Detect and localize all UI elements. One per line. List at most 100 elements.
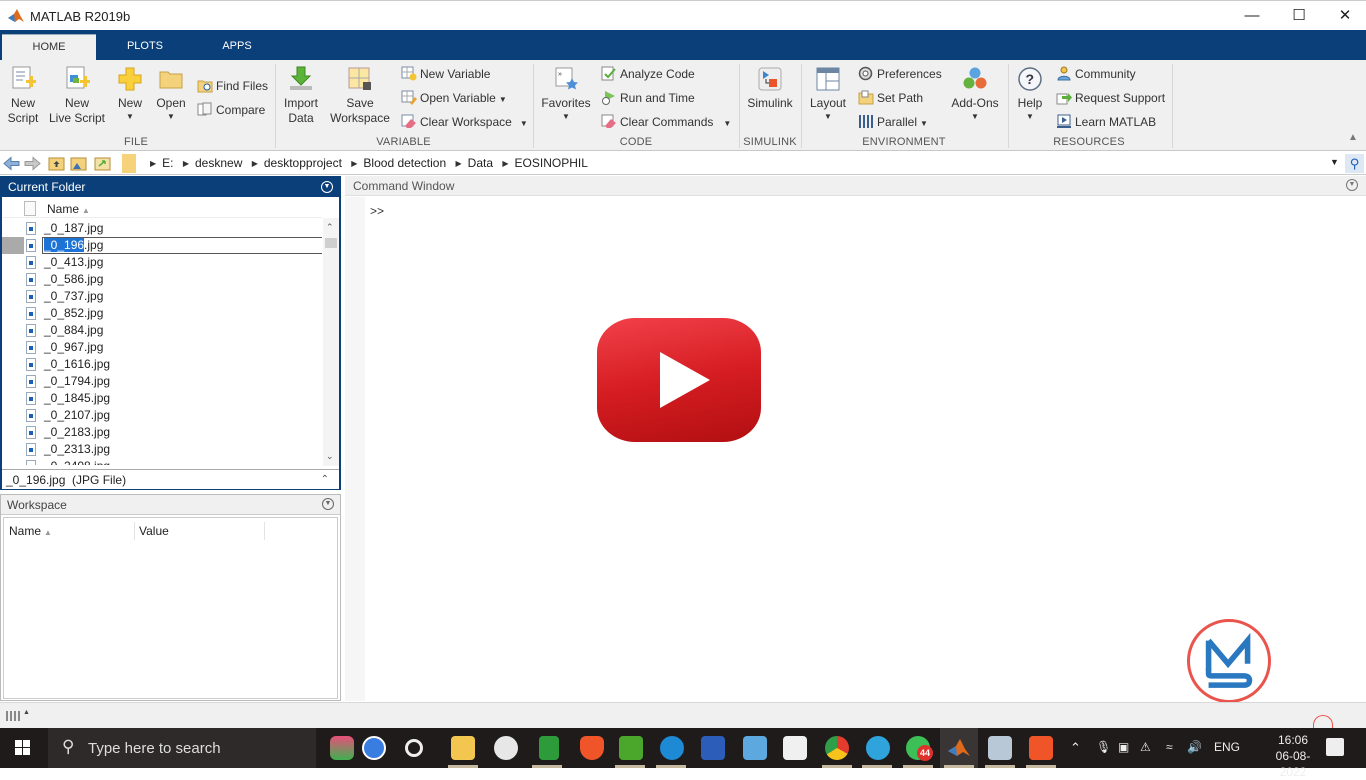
file-row[interactable]: _0_187.jpg bbox=[2, 220, 322, 237]
name-column-header[interactable]: Name ▲ bbox=[47, 202, 90, 216]
snipping-tool-icon[interactable] bbox=[494, 736, 518, 760]
file-row[interactable]: _0_1845.jpg bbox=[2, 390, 322, 407]
clear-commands-dropdown-arrow[interactable]: ▼ bbox=[723, 119, 731, 128]
scrollbar-thumb[interactable] bbox=[325, 238, 337, 248]
search-folder-icon[interactable]: ⚲ bbox=[1345, 154, 1364, 173]
file-row-selected[interactable]: _0_196.jpg bbox=[2, 237, 322, 254]
add-ons-dropdown-arrow[interactable]: ▼ bbox=[948, 111, 1002, 123]
file-row[interactable]: _0_1616.jpg bbox=[2, 356, 322, 373]
status-expand-icon[interactable]: ▲ bbox=[23, 709, 30, 716]
expand-details-icon[interactable]: ⌃ bbox=[321, 470, 329, 490]
back-arrow-icon[interactable] bbox=[3, 156, 20, 171]
minimize-button[interactable]: — bbox=[1232, 5, 1272, 27]
community-button[interactable]: Community bbox=[1056, 66, 1136, 82]
green-app-icon[interactable] bbox=[539, 736, 559, 760]
clear-workspace-dropdown-arrow[interactable]: ▼ bbox=[520, 119, 528, 128]
breadcrumb-eosinophil[interactable]: EOSINOPHIL bbox=[515, 156, 588, 170]
favorites-dropdown-arrow[interactable]: ▼ bbox=[540, 111, 592, 123]
add-ons-button[interactable]: Add-Ons ▼ bbox=[948, 66, 1002, 123]
file-row[interactable]: _0_2313.jpg bbox=[2, 441, 322, 458]
wifi-icon[interactable]: ≈ bbox=[1166, 740, 1173, 754]
clock[interactable]: 16:06 06-08-2022 bbox=[1263, 732, 1323, 780]
help-button[interactable]: ? Help ▼ bbox=[1013, 66, 1047, 123]
request-support-button[interactable]: Request Support bbox=[1056, 90, 1165, 106]
start-button[interactable] bbox=[0, 728, 46, 768]
microphone-icon[interactable]: 🎙 bbox=[1096, 740, 1111, 754]
chrome-icon[interactable] bbox=[825, 736, 849, 760]
open-variable-dropdown-arrow[interactable]: ▼ bbox=[499, 95, 507, 104]
file-explorer-icon[interactable] bbox=[451, 736, 475, 760]
maximize-button[interactable]: ☐ bbox=[1279, 5, 1319, 27]
new-button[interactable]: New ▼ bbox=[114, 66, 146, 123]
up-folder-icon[interactable] bbox=[48, 156, 65, 171]
open-variable-button[interactable]: Open Variable ▼ bbox=[401, 90, 507, 108]
panel-actions-icon[interactable]: ▼ bbox=[322, 498, 334, 510]
monitor-app-icon[interactable] bbox=[988, 736, 1012, 760]
panel-actions-icon[interactable]: ▼ bbox=[1346, 179, 1358, 191]
file-row[interactable]: _0_967.jpg bbox=[2, 339, 322, 356]
path-history-dropdown[interactable]: ▼ bbox=[1330, 157, 1339, 167]
file-row[interactable]: _0_852.jpg bbox=[2, 305, 322, 322]
workspace-value-column[interactable]: Value bbox=[139, 524, 169, 538]
new-variable-button[interactable]: New Variable bbox=[401, 66, 490, 82]
new-dropdown-arrow[interactable]: ▼ bbox=[114, 111, 146, 123]
camtasia-icon[interactable] bbox=[619, 736, 643, 760]
panel-actions-icon[interactable]: ▼ bbox=[321, 181, 333, 193]
tab-plots[interactable]: PLOTS bbox=[98, 34, 192, 60]
language-indicator[interactable]: ENG bbox=[1214, 740, 1240, 754]
breadcrumb-data[interactable]: Data bbox=[468, 156, 493, 170]
breadcrumb-blood-detection[interactable]: Blood detection bbox=[363, 156, 446, 170]
breadcrumb-desknew[interactable]: desknew bbox=[195, 156, 242, 170]
preferences-button[interactable]: Preferences bbox=[858, 66, 942, 82]
open-dropdown-arrow[interactable]: ▼ bbox=[154, 111, 188, 123]
breadcrumb-drive[interactable]: E: bbox=[162, 156, 173, 170]
new-script-button[interactable]: New Script bbox=[6, 66, 40, 126]
file-row[interactable]: _0_2183.jpg bbox=[2, 424, 322, 441]
breadcrumb-desktopproject[interactable]: desktopproject bbox=[264, 156, 342, 170]
show-hidden-icons[interactable]: ⌃ bbox=[1070, 740, 1081, 756]
collapse-ribbon-icon[interactable]: ▲ bbox=[1348, 132, 1358, 143]
rename-input[interactable]: _0_196.jpg bbox=[42, 237, 322, 254]
volume-icon[interactable]: 🔊 bbox=[1187, 740, 1202, 754]
column-divider[interactable] bbox=[264, 522, 265, 540]
close-button[interactable]: ✕ bbox=[1325, 5, 1365, 27]
command-input-area[interactable] bbox=[393, 200, 1353, 680]
telegram-icon[interactable] bbox=[866, 736, 890, 760]
clear-commands-button[interactable]: Clear Commands ▼ bbox=[601, 114, 731, 132]
tab-home[interactable]: HOME bbox=[2, 34, 96, 60]
run-and-time-button[interactable]: Run and Time bbox=[601, 90, 695, 106]
simulink-button[interactable]: Simulink bbox=[745, 66, 795, 111]
command-prompt[interactable]: >> bbox=[370, 204, 384, 218]
favorites-button[interactable]: » Favorites ▼ bbox=[540, 66, 592, 123]
compare-button[interactable]: Compare bbox=[197, 102, 265, 118]
learn-matlab-button[interactable]: Learn MATLAB bbox=[1056, 114, 1156, 130]
file-row[interactable]: _0_586.jpg bbox=[2, 271, 322, 288]
help-dropdown-arrow[interactable]: ▼ bbox=[1013, 111, 1047, 123]
clear-workspace-button[interactable]: Clear Workspace ▼ bbox=[401, 114, 528, 132]
set-path-button[interactable]: Set Path bbox=[858, 90, 923, 106]
brave-browser-icon[interactable] bbox=[580, 736, 604, 760]
file-row[interactable]: _0_1794.jpg bbox=[2, 373, 322, 390]
microsoft-store-icon[interactable] bbox=[783, 736, 807, 760]
workspace-name-column[interactable]: Name ▲ bbox=[9, 524, 52, 538]
forward-arrow-icon[interactable] bbox=[24, 156, 41, 171]
task-view-icon[interactable] bbox=[405, 739, 423, 757]
column-divider[interactable] bbox=[134, 522, 135, 540]
layout-dropdown-arrow[interactable]: ▼ bbox=[808, 111, 848, 123]
taskbar-search[interactable]: ⚲ Type here to search bbox=[48, 728, 316, 768]
file-row[interactable]: _0_737.jpg bbox=[2, 288, 322, 305]
file-list-scrollbar[interactable]: ⌃ ⌄ bbox=[323, 218, 339, 466]
camera-icon[interactable]: ▣ bbox=[1118, 740, 1129, 754]
file-row[interactable]: _0_413.jpg bbox=[2, 254, 322, 271]
analyze-code-button[interactable]: Analyze Code bbox=[601, 66, 695, 82]
file-row[interactable]: _0_884.jpg bbox=[2, 322, 322, 339]
notification-center-icon[interactable] bbox=[1326, 738, 1344, 756]
new-live-script-button[interactable]: New Live Script bbox=[48, 66, 106, 126]
browse-path-icon[interactable] bbox=[94, 156, 111, 171]
open-button[interactable]: Open ▼ bbox=[154, 66, 188, 123]
scroll-down-icon[interactable]: ⌄ bbox=[326, 451, 334, 462]
control-panel-icon[interactable] bbox=[743, 736, 767, 760]
import-data-button[interactable]: Import Data bbox=[281, 66, 321, 126]
scroll-up-icon[interactable]: ⌃ bbox=[326, 222, 334, 233]
parallel-button[interactable]: Parallel ▼ bbox=[858, 114, 928, 132]
